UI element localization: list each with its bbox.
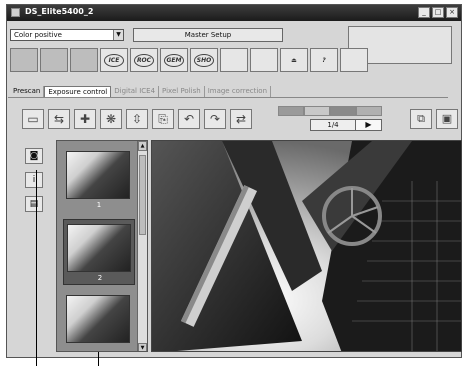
thumbnail-frame[interactable]: 1 <box>63 147 135 213</box>
thumbnail-frame[interactable] <box>63 291 135 351</box>
progress-segment <box>278 106 304 116</box>
preview-image <box>151 140 462 352</box>
frame-navigator: 1/4 ▶ <box>310 119 382 131</box>
title-bar: DS_Elite5400_2 _ □ × <box>7 5 461 21</box>
chevron-down-icon[interactable]: ▼ <box>113 30 123 40</box>
next-frame-button[interactable]: ▶ <box>355 120 381 130</box>
preferences-icon[interactable] <box>340 48 368 72</box>
thumbnail-label: 2 <box>97 274 103 282</box>
tab-image-correction[interactable]: Image correction <box>205 86 272 97</box>
scroll-up-icon[interactable]: ▲ <box>138 141 147 151</box>
thumbnail-panel: 1 2 ▲ ▼ <box>56 140 148 352</box>
rotate-right-icon[interactable]: ↷ <box>204 109 226 129</box>
ice-icon-label: ICE <box>104 53 124 67</box>
tab-divider <box>8 97 448 98</box>
stack-icon[interactable] <box>250 48 278 72</box>
thumbnail-scrollbar[interactable]: ▲ ▼ <box>137 141 147 351</box>
minimize-button[interactable]: _ <box>418 7 430 18</box>
roc-icon-label: ROC <box>134 53 154 67</box>
gem-icon-label: GEM <box>164 53 184 67</box>
film-type-select[interactable]: Color positive ▼ <box>10 29 124 41</box>
progress-segment <box>330 106 356 116</box>
main-toolbar: ICE ROC GEM SHO ⏏? <box>10 48 368 72</box>
thumbnail-view-icon[interactable] <box>10 48 38 72</box>
fullscreen-icon[interactable]: ▣ <box>436 109 458 129</box>
info-icon[interactable]: ⅰ <box>25 172 43 188</box>
progress-segment <box>304 106 330 116</box>
close-button[interactable]: × <box>446 7 458 18</box>
flip-icon[interactable]: ⇄ <box>230 109 252 129</box>
fit-icon[interactable]: ⇆ <box>48 109 70 129</box>
tab-digital-ice4[interactable]: Digital ICE4 <box>111 86 160 97</box>
gem-icon[interactable]: GEM <box>160 48 188 72</box>
thumbnail-image <box>67 224 131 272</box>
maximize-button[interactable]: □ <box>432 7 444 18</box>
preview-toolbar: ▭ ⇆ ✚ ❋ ⇳ ⎘ ↶ ↷ ⇄ <box>22 109 252 129</box>
page-indicator: 1/4 <box>311 120 355 130</box>
compare-icon[interactable]: ⧉ <box>410 109 432 129</box>
preview-photo <box>152 141 461 351</box>
focus-icon[interactable]: ✚ <box>74 109 96 129</box>
help-icon[interactable]: ? <box>310 48 338 72</box>
grid-icon[interactable] <box>220 48 248 72</box>
thumbnail-frame[interactable]: 2 <box>63 219 135 285</box>
window-title: DS_Elite5400_2 <box>25 7 94 16</box>
ice-icon[interactable]: ICE <box>100 48 128 72</box>
scan-icon[interactable] <box>70 48 98 72</box>
eject-icon[interactable]: ⏏ <box>280 48 308 72</box>
prescan-icon[interactable] <box>40 48 68 72</box>
film-type-value: Color positive <box>14 31 62 39</box>
tab-pixel-polish[interactable]: Pixel Polish <box>159 86 205 97</box>
tab-prescan[interactable]: Prescan <box>10 86 45 97</box>
tab-bar: Prescan Exposure control Digital ICE4 Pixel… <box>10 86 272 97</box>
copy-icon[interactable]: ⎘ <box>152 109 174 129</box>
pages-icon[interactable]: ▤ <box>25 196 43 212</box>
eyedropper-icon[interactable]: ❋ <box>100 109 122 129</box>
scroll-down-icon[interactable]: ▼ <box>138 343 147 351</box>
progress-segment <box>356 106 382 116</box>
callout-line-thumbs <box>98 352 99 366</box>
thumbnail-image <box>66 151 130 199</box>
levels-icon[interactable]: ⇳ <box>126 109 148 129</box>
crop-icon[interactable]: ▭ <box>22 109 44 129</box>
scroll-thumb[interactable] <box>139 155 146 235</box>
master-setup-button[interactable]: Master Setup <box>133 28 283 42</box>
roc-icon[interactable]: ROC <box>130 48 158 72</box>
rotate-left-icon[interactable]: ↶ <box>178 109 200 129</box>
callout-line-left <box>36 170 37 366</box>
camera-icon[interactable]: ◙ <box>25 148 43 164</box>
progress-bar <box>278 106 382 116</box>
tab-exposure-control[interactable]: Exposure control <box>44 86 112 97</box>
thumbnail-image <box>66 295 130 343</box>
thumbnail-label: 1 <box>96 201 102 209</box>
sho-icon-label: SHO <box>194 53 214 67</box>
sho-icon[interactable]: SHO <box>190 48 218 72</box>
app-icon <box>11 8 20 17</box>
